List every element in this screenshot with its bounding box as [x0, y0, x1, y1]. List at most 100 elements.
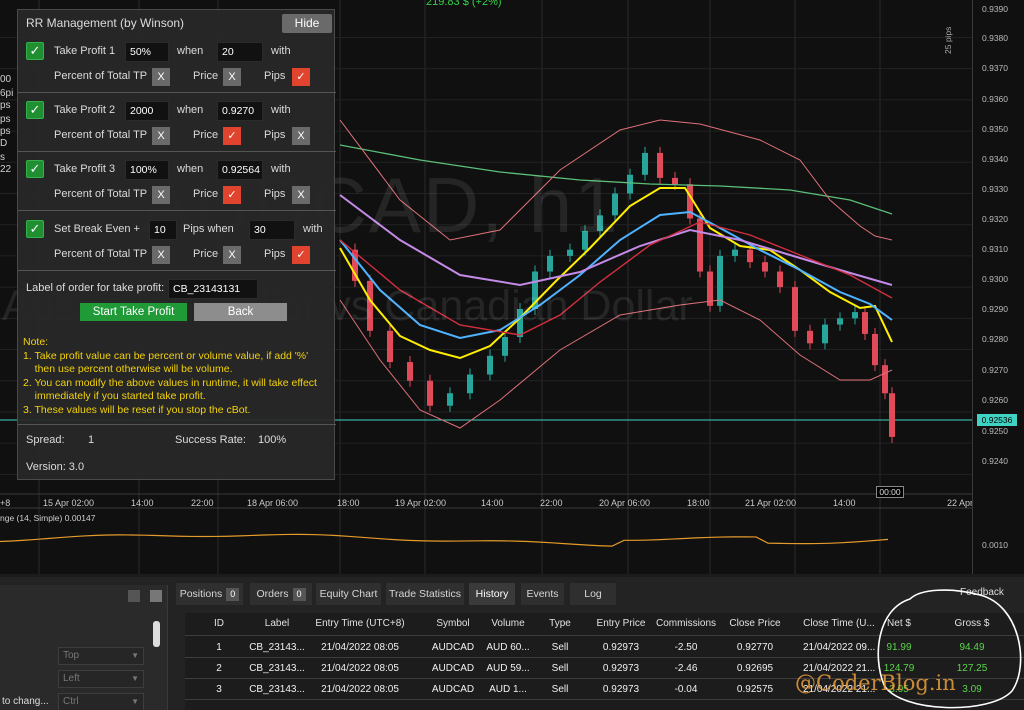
table-cell[interactable]: 0.92695 — [726, 663, 784, 674]
column-header[interactable]: Type — [543, 618, 577, 629]
dropdown-ctrl[interactable]: Ctrl ▼ — [58, 693, 144, 710]
table-cell[interactable]: AUDCAD — [428, 684, 478, 695]
table-cell[interactable]: AUD 60... — [483, 642, 533, 653]
tp2-checkbox[interactable]: ✓ — [26, 101, 44, 119]
table-cell[interactable]: 21/04/2022 08:05 — [312, 642, 408, 653]
pips-label: Pips — [264, 129, 286, 141]
tp3-price-toggle[interactable]: ✓ — [223, 186, 241, 204]
tp3-when-label: when — [177, 163, 204, 175]
tab-log[interactable]: Log — [570, 583, 616, 605]
table-cell[interactable]: AUD 1... — [483, 684, 533, 695]
order-label-input[interactable]: CB_23143131 — [168, 279, 258, 299]
be-checkbox[interactable]: ✓ — [26, 220, 44, 238]
table-cell[interactable]: 21/04/2022 09... — [803, 642, 875, 653]
scrollbar-thumb[interactable] — [153, 621, 160, 647]
tp2-value-input[interactable]: 2000 — [125, 101, 169, 121]
table-cell[interactable]: 0.92973 — [591, 663, 651, 674]
tab-trade-statistics[interactable]: Trade Statistics — [386, 583, 464, 605]
tp3-checkbox[interactable]: ✓ — [26, 160, 44, 178]
table-cell[interactable]: -0.04 — [656, 684, 716, 695]
be-percent-toggle[interactable]: X — [152, 246, 170, 264]
tp1-checkbox[interactable]: ✓ — [26, 42, 44, 60]
tab-equity-chart[interactable]: Equity Chart — [316, 583, 381, 605]
tp2-percent-toggle[interactable]: X — [152, 127, 170, 145]
tp3-pips-toggle[interactable]: X — [292, 186, 310, 204]
table-cell[interactable]: 0.92973 — [591, 684, 651, 695]
price-axis[interactable]: 0.9390 0.9380 0.9370 0.9360 0.9350 0.934… — [972, 0, 1024, 574]
column-header[interactable]: Entry Time (UTC+8) — [312, 618, 408, 629]
price-tick: 0.9320 — [982, 214, 1008, 224]
table-cell[interactable]: 0.92770 — [726, 642, 784, 653]
table-cell[interactable]: 0.92575 — [726, 684, 784, 695]
tp2-when-input[interactable]: 0.9270 — [217, 101, 263, 121]
tp1-percent-toggle[interactable]: X — [152, 68, 170, 86]
hide-button[interactable]: Hide — [282, 14, 332, 33]
table-cell[interactable]: 1 — [209, 642, 229, 653]
table-cell[interactable]: Sell — [543, 642, 577, 653]
price-tick: 0.9280 — [982, 334, 1008, 344]
back-button[interactable]: Back — [194, 303, 287, 321]
candle-body — [732, 249, 738, 256]
column-header[interactable]: Close Time (U... — [803, 618, 875, 629]
column-header[interactable]: Symbol — [428, 618, 478, 629]
tp3-value-input[interactable]: 100% — [125, 160, 169, 180]
table-cell[interactable]: AUDCAD — [428, 663, 478, 674]
table-cell[interactable]: CB_23143... — [242, 663, 312, 674]
table-cell[interactable]: Sell — [543, 684, 577, 695]
tp3-when-input[interactable]: 0.92564 — [217, 160, 263, 180]
column-header[interactable]: Commissions — [656, 618, 716, 629]
tab-orders[interactable]: Orders 0 — [250, 583, 312, 605]
table-cell[interactable]: CB_23143... — [242, 684, 312, 695]
dropdown-top[interactable]: Top ▼ — [58, 647, 144, 665]
table-cell[interactable]: 21/04/2022 08:05 — [312, 663, 408, 674]
table-cell[interactable]: 0.92973 — [591, 642, 651, 653]
tab-history[interactable]: History — [469, 583, 515, 605]
minimize-icon[interactable] — [128, 590, 140, 602]
price-tick: 0.9350 — [982, 124, 1008, 134]
be-pips-toggle[interactable]: ✓ — [292, 246, 310, 264]
price-chart[interactable]: 219.83 $ (+2%) AUDCAD, h1 Australian Dol… — [0, 0, 1024, 574]
candle-body — [657, 152, 663, 178]
column-header[interactable]: Entry Price — [591, 618, 651, 629]
candle-body — [387, 330, 393, 363]
table-cell[interactable]: 2 — [209, 663, 229, 674]
column-header[interactable]: Volume — [483, 618, 533, 629]
column-header[interactable]: Close Price — [726, 618, 784, 629]
table-cell[interactable]: -2.46 — [656, 663, 716, 674]
be-when-input[interactable]: 30 — [249, 220, 295, 240]
candle-body — [642, 152, 648, 175]
tab-badge: 0 — [226, 588, 240, 601]
column-header[interactable]: ID — [209, 618, 229, 629]
start-take-profit-button[interactable]: Start Take Profit — [80, 303, 187, 321]
tp2-pips-toggle[interactable]: X — [292, 127, 310, 145]
price-tick: 0.9310 — [982, 244, 1008, 254]
tp1-pips-toggle[interactable]: ✓ — [292, 68, 310, 86]
tp1-when-input[interactable]: 20 — [217, 42, 263, 62]
table-cell[interactable]: CB_23143... — [242, 642, 312, 653]
left-label: 6pi — [0, 88, 14, 99]
column-header[interactable]: Label — [242, 618, 312, 629]
price-label: Price — [193, 129, 219, 141]
spread-value: 1 — [88, 434, 95, 446]
table-cell[interactable]: AUD 59... — [483, 663, 533, 674]
table-cell[interactable]: Sell — [543, 663, 577, 674]
tp3-percent-toggle[interactable]: X — [152, 186, 170, 204]
crosshair-time: 00:00 — [876, 486, 904, 498]
price-label: Price — [193, 70, 219, 82]
table-cell[interactable]: 3 — [209, 684, 229, 695]
tp2-price-toggle[interactable]: ✓ — [223, 127, 241, 145]
tp1-value-input[interactable]: 50% — [125, 42, 169, 62]
tab-positions[interactable]: Positions 0 — [176, 583, 243, 605]
rr-management-panel: RR Management (by Winson) Hide ✓ Take Pr… — [17, 9, 336, 480]
tab-events[interactable]: Events — [521, 583, 564, 605]
table-cell[interactable]: -2.50 — [656, 642, 716, 653]
price-tick: 0.9390 — [982, 4, 1008, 14]
be-price-toggle[interactable]: X — [223, 246, 241, 264]
save-icon[interactable] — [150, 590, 162, 602]
table-cell[interactable]: AUDCAD — [428, 642, 478, 653]
table-cell[interactable]: 21/04/2022 08:05 — [312, 684, 408, 695]
tp1-price-toggle[interactable]: X — [223, 68, 241, 86]
dropdown-left[interactable]: Left ▼ — [58, 670, 144, 688]
be-value-input[interactable]: 10 — [149, 220, 177, 240]
time-label: 14:00 — [131, 498, 154, 508]
